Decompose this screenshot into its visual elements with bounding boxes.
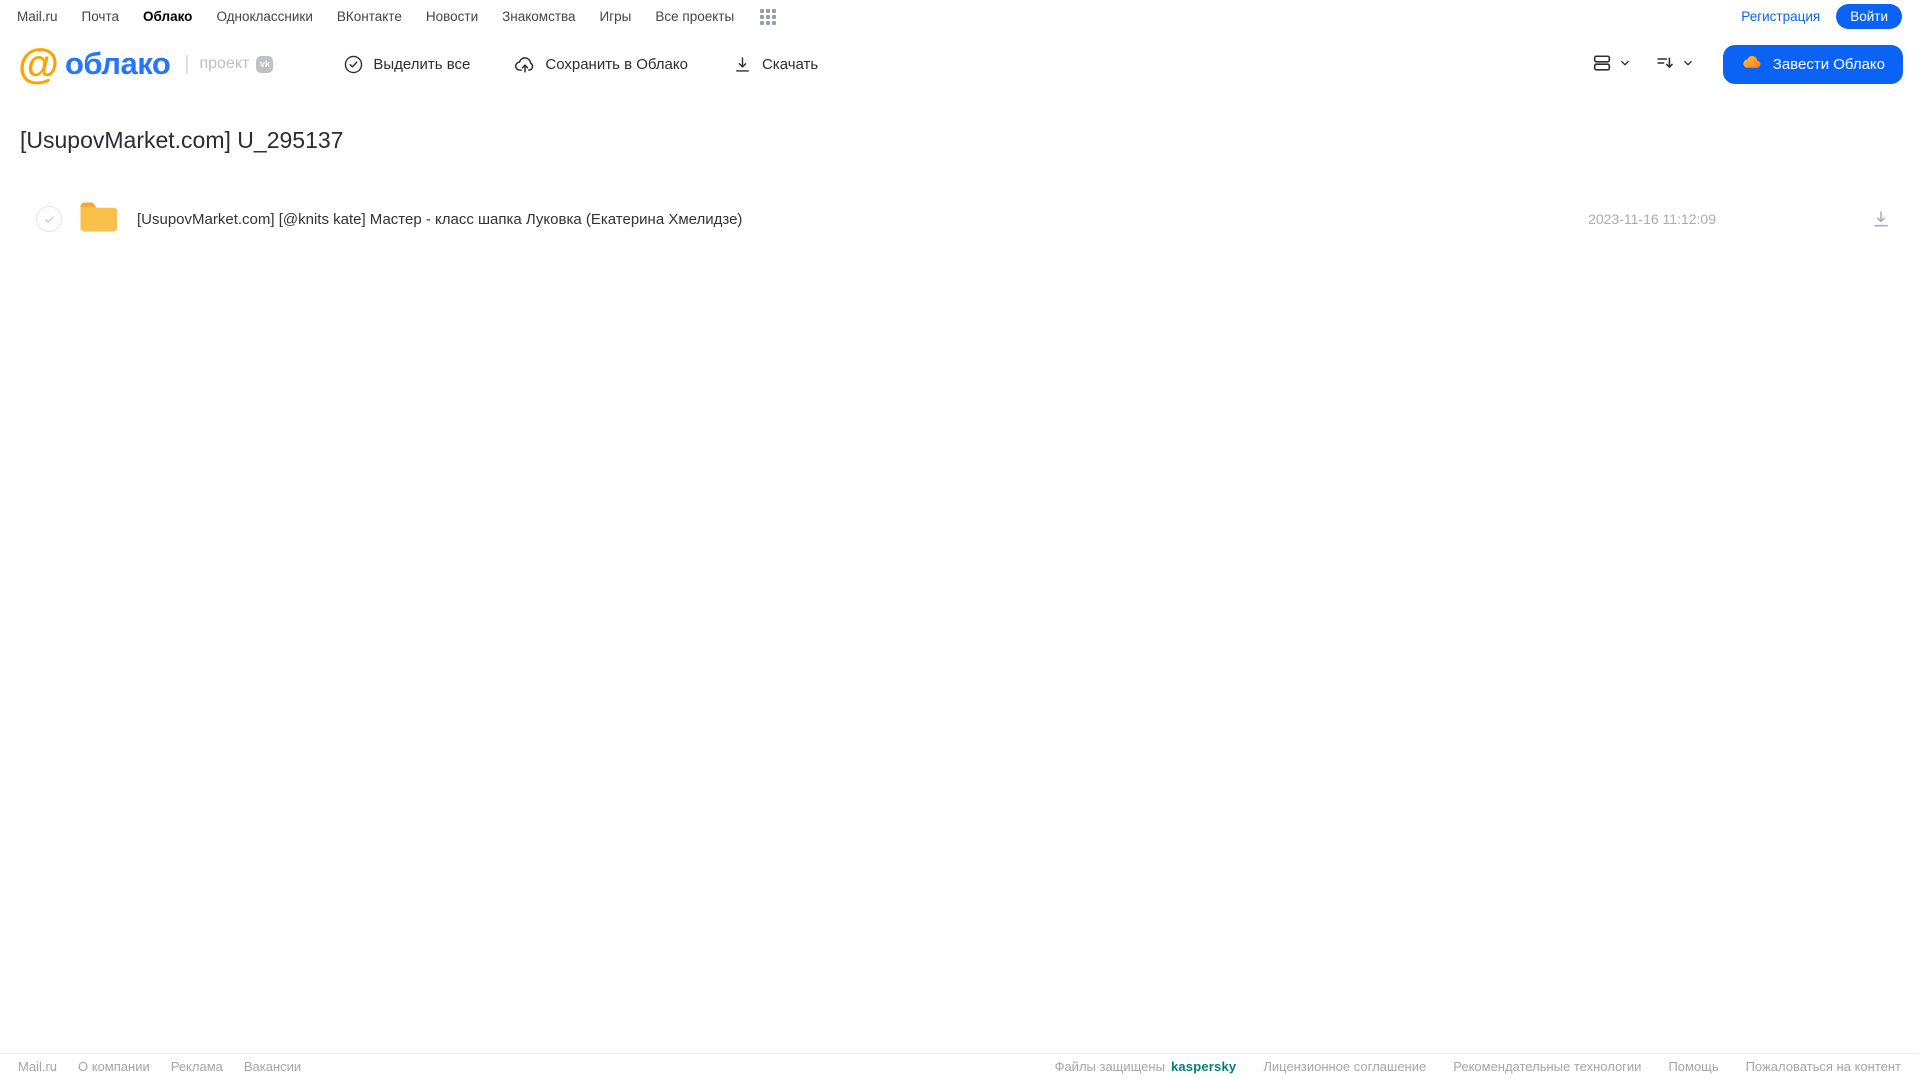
create-cloud-label: Завести Облако <box>1772 55 1885 73</box>
logo-divider: | <box>184 52 190 75</box>
sort-icon <box>1654 52 1676 77</box>
apps-grid-icon[interactable] <box>760 8 777 25</box>
footer-link-help[interactable]: Помощь <box>1668 1059 1718 1074</box>
cloud-icon <box>1741 51 1764 78</box>
row-checkbox[interactable] <box>36 206 62 232</box>
footer-link-recommendations[interactable]: Рекомендательные технологии <box>1453 1059 1641 1074</box>
page-title: [UsupovMarket.com] U_295137 <box>20 127 344 153</box>
download-button[interactable]: Скачать <box>732 54 818 75</box>
footer-link-license[interactable]: Лицензионное соглашение <box>1263 1059 1426 1074</box>
file-toolbar: Выделить все Сохранить в Облако Скачать <box>343 53 818 75</box>
cloud-logo[interactable]: @ облако | проект vk <box>18 40 274 87</box>
chevron-down-icon <box>1681 56 1695 73</box>
topbar-link-mailru[interactable]: Mail.ru <box>17 9 58 24</box>
cloud-header: @ облако | проект vk Выделить все Сохран… <box>0 33 1919 95</box>
vk-badge-icon: vk <box>256 55 274 73</box>
topbar-link-odnoklassniki[interactable]: Одноклассники <box>216 9 312 24</box>
mailru-at-icon: @ <box>18 40 59 87</box>
topbar-link-vse-proekty[interactable]: Все проекты <box>655 9 734 24</box>
footer-link-report[interactable]: Пожаловаться на контент <box>1746 1059 1901 1074</box>
topbar-link-novosti[interactable]: Новости <box>426 9 478 24</box>
row-download-button[interactable] <box>1870 208 1892 230</box>
view-mode-dropdown[interactable] <box>1591 52 1632 77</box>
save-to-cloud-label: Сохранить в Облако <box>545 55 688 73</box>
chevron-down-icon <box>1618 56 1632 73</box>
kaspersky-logo[interactable]: kaspersky <box>1171 1059 1236 1074</box>
select-all-label: Выделить все <box>373 55 471 73</box>
sort-dropdown[interactable] <box>1654 52 1695 77</box>
footer-right-links: Файлы защищены kaspersky Лицензионное со… <box>1055 1059 1901 1074</box>
file-name[interactable]: [UsupovMarket.com] [@knits kate] Мастер … <box>137 211 742 228</box>
protected-label: Файлы защищены <box>1054 1059 1165 1074</box>
topbar-link-vkontakte[interactable]: ВКонтакте <box>337 9 402 24</box>
create-cloud-button[interactable]: Завести Облако <box>1722 44 1903 84</box>
footer-link-about[interactable]: О компании <box>78 1059 150 1074</box>
footer-link-jobs[interactable]: Вакансии <box>244 1059 301 1074</box>
cloud-upload-icon <box>514 53 536 75</box>
file-row[interactable]: [UsupovMarket.com] [@knits kate] Мастер … <box>0 196 1919 242</box>
select-all-button[interactable]: Выделить все <box>343 54 470 75</box>
download-label: Скачать <box>761 55 819 73</box>
kaspersky-protection: Файлы защищены kaspersky <box>1055 1059 1237 1074</box>
portal-links: Mail.ru Почта Облако Одноклассники ВКонт… <box>17 8 777 25</box>
portal-topbar: Mail.ru Почта Облако Одноклассники ВКонт… <box>0 0 1919 33</box>
folder-icon <box>79 201 118 237</box>
download-icon <box>732 54 753 75</box>
topbar-link-oblako[interactable]: Облако <box>143 9 192 24</box>
save-to-cloud-button[interactable]: Сохранить в Облако <box>514 53 688 75</box>
topbar-link-igry[interactable]: Игры <box>600 9 632 24</box>
vk-project-label: проект <box>199 55 250 72</box>
cloud-logo-text: облако <box>64 46 171 81</box>
topbar-link-pochta[interactable]: Почта <box>82 9 120 24</box>
login-button[interactable]: Войти <box>1836 4 1902 29</box>
footer: Mail.ru О компании Реклама Вакансии Файл… <box>0 1053 1919 1079</box>
footer-link-mailru[interactable]: Mail.ru <box>18 1059 57 1074</box>
view-toggle-icon <box>1591 52 1613 77</box>
header-right-controls: Завести Облако <box>1591 44 1903 84</box>
footer-left-links: Mail.ru О компании Реклама Вакансии <box>18 1059 301 1074</box>
register-link[interactable]: Регистрация <box>1741 9 1820 24</box>
footer-link-ads[interactable]: Реклама <box>171 1059 223 1074</box>
file-date: 2023-11-16 11:12:09 <box>1588 211 1716 227</box>
check-circle-icon <box>343 54 364 75</box>
topbar-link-znakomstva[interactable]: Знакомства <box>502 9 575 24</box>
